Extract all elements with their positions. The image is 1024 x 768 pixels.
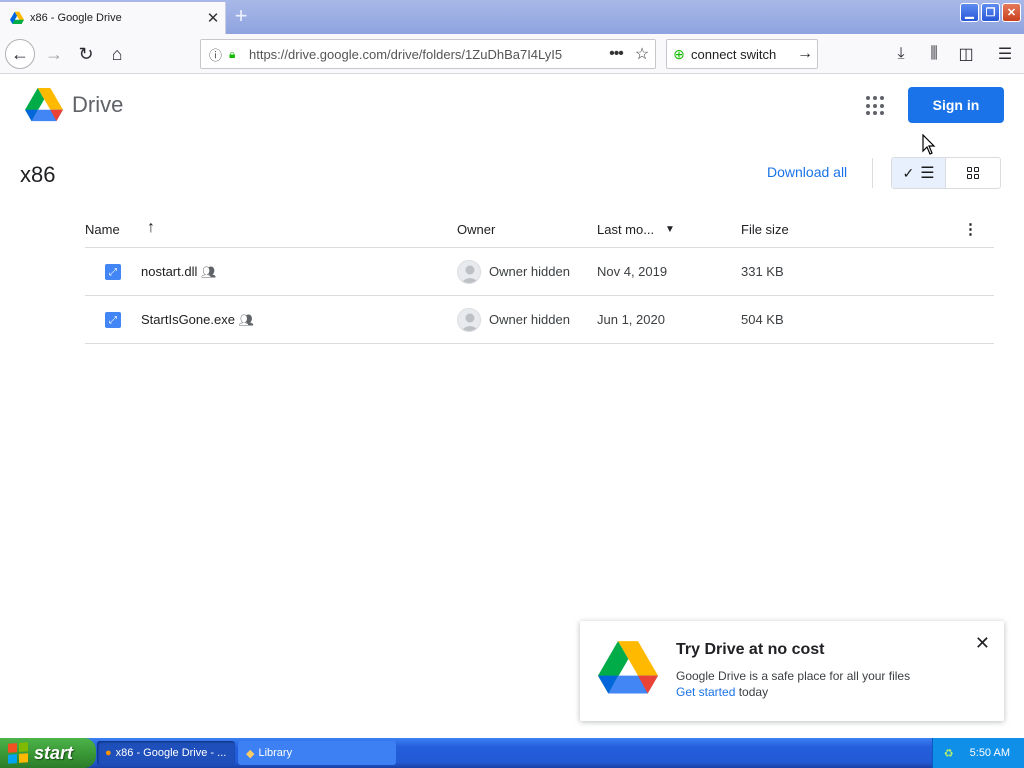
browser-tab[interactable]: x86 - Google Drive ✕ xyxy=(0,2,226,34)
checkmark-icon: ✓ xyxy=(902,164,915,181)
file-name[interactable]: StartIsGone.exe 👥︎ xyxy=(141,312,254,327)
sort-dropdown-icon[interactable]: ▼ xyxy=(665,224,675,235)
taskbar: start ● x86 - Google Drive - ... ◆ Libra… xyxy=(0,738,1024,768)
restore-icon[interactable]: ❐ xyxy=(981,3,1000,22)
close-icon[interactable]: ✕ xyxy=(975,633,990,654)
reload-icon[interactable]: ↻ xyxy=(71,39,101,69)
minimize-icon[interactable]: ▁ xyxy=(960,3,979,22)
close-window-icon[interactable]: ✕ xyxy=(1002,3,1021,22)
task-label: Library xyxy=(258,747,293,759)
start-button[interactable]: start xyxy=(0,738,96,768)
table-row[interactable]: ⤢ nostart.dll 👥︎ Owner hidden Nov 4, 201… xyxy=(85,248,994,296)
url-text[interactable]: https://drive.google.com/drive/folders/1… xyxy=(245,47,603,62)
promo-title: Try Drive at no cost xyxy=(676,641,825,658)
file-icon: ⤢ xyxy=(105,312,121,328)
library-icon[interactable]: ⫼ xyxy=(919,39,949,69)
google-apps-icon[interactable] xyxy=(866,96,886,116)
promo-text: Google Drive is a safe place for all you… xyxy=(676,669,911,683)
library-window-icon: ◆ xyxy=(246,747,255,760)
promo-link-suffix: today xyxy=(735,685,769,699)
owner-avatar xyxy=(457,260,481,284)
list-icon: ☰ xyxy=(920,165,935,182)
sort-ascending-icon[interactable]: ↑ xyxy=(147,219,155,237)
header-owner: Owner xyxy=(457,222,496,237)
windows-logo-icon xyxy=(8,742,28,764)
google-drive-logo-icon[interactable] xyxy=(25,88,63,122)
file-size: 331 KB xyxy=(741,264,784,279)
browser-title-bar: x86 - Google Drive ✕ + ▁ ❐ ✕ xyxy=(0,0,1024,34)
tab-title: x86 - Google Drive xyxy=(30,12,122,24)
tab-close-icon[interactable]: ✕ xyxy=(201,9,225,27)
sign-in-button[interactable]: Sign in xyxy=(908,87,1004,123)
go-arrow-icon[interactable]: → xyxy=(793,45,817,63)
promo-card: Try Drive at no cost Google Drive is a s… xyxy=(580,621,1004,721)
table-header: Name ↑ Owner Last mo... ▼ File size ⋮ xyxy=(85,212,994,248)
taskbar-item-library[interactable]: ◆ Library xyxy=(238,741,396,765)
view-toggle: ✓ ☰ xyxy=(891,157,1001,189)
shared-people-icon: 👥︎ xyxy=(201,265,217,279)
extension-icon: ⊕ xyxy=(673,45,685,62)
last-modified-date: Nov 4, 2019 xyxy=(597,264,668,279)
lock-icon: 🔒︎ xyxy=(229,46,236,61)
file-name[interactable]: nostart.dll 👥︎ xyxy=(141,264,216,279)
clock[interactable]: 5:50 AM xyxy=(970,747,1010,759)
browser-nav-bar: ← → ↻ ⌂ ⓘ 🔒︎ https://drive.google.com/dr… xyxy=(0,34,1024,74)
bookmark-star-icon[interactable]: ☆ xyxy=(629,44,655,64)
more-options-icon[interactable]: ⋮ xyxy=(963,220,978,238)
new-tab-icon[interactable]: + xyxy=(230,4,252,30)
task-label: x86 - Google Drive - ... xyxy=(115,747,227,759)
grid-icon xyxy=(967,167,979,179)
google-drive-favicon-icon xyxy=(10,11,24,24)
downloads-icon[interactable]: ⤓ xyxy=(886,39,916,69)
home-icon[interactable]: ⌂ xyxy=(102,39,132,69)
shared-people-icon: 👥︎ xyxy=(238,313,254,327)
download-all-button[interactable]: Download all xyxy=(767,164,847,180)
list-view-button[interactable]: ✓ ☰ xyxy=(892,158,947,188)
google-drive-logo-icon xyxy=(598,641,658,694)
drive-app-name[interactable]: Drive xyxy=(72,92,123,118)
header-file-size: File size xyxy=(741,222,789,237)
mouse-cursor-icon xyxy=(922,134,936,155)
owner-text: Owner hidden xyxy=(489,312,570,327)
grid-view-button[interactable] xyxy=(946,158,1000,188)
table-row[interactable]: ⤢ StartIsGone.exe 👥︎ Owner hidden Jun 1,… xyxy=(85,296,994,344)
address-bar[interactable]: ⓘ 🔒︎ https://drive.google.com/drive/fold… xyxy=(200,39,656,69)
header-name[interactable]: Name xyxy=(85,222,120,237)
get-started-link[interactable]: Get started xyxy=(676,685,735,699)
firefox-icon: ● xyxy=(105,747,112,759)
folder-title: x86 xyxy=(20,162,56,187)
toolbar-divider xyxy=(872,158,873,188)
owner-text: Owner hidden xyxy=(489,264,570,279)
system-tray: ♻ 5:50 AM xyxy=(932,738,1024,768)
last-modified-date: Jun 1, 2020 xyxy=(597,312,665,327)
info-icon[interactable]: ⓘ xyxy=(209,45,229,64)
file-size: 504 KB xyxy=(741,312,784,327)
file-table: Name ↑ Owner Last mo... ▼ File size ⋮ ⤢ … xyxy=(85,212,994,344)
taskbar-item-browser[interactable]: ● x86 - Google Drive - ... xyxy=(97,741,235,765)
header-last-modified[interactable]: Last mo... xyxy=(597,222,654,237)
sidebar-icon[interactable]: ◫ xyxy=(951,39,981,69)
extension-box[interactable]: ⊕ connect switch → xyxy=(666,39,818,69)
page-actions-icon[interactable]: ••• xyxy=(603,45,629,63)
extension-label: connect switch xyxy=(691,46,777,62)
back-arrow-icon[interactable]: ← xyxy=(5,39,35,69)
tray-app-icon[interactable]: ♻ xyxy=(944,747,954,760)
promo-link-line: Get started today xyxy=(676,685,768,699)
window-controls: ▁ ❐ ✕ xyxy=(960,3,1021,22)
file-icon: ⤢ xyxy=(105,264,121,280)
forward-arrow-icon[interactable]: → xyxy=(39,39,69,69)
owner-avatar xyxy=(457,308,481,332)
drive-header: Drive Sign in xyxy=(0,74,1024,138)
menu-icon[interactable]: ☰ xyxy=(990,39,1020,69)
start-label: start xyxy=(34,742,74,763)
